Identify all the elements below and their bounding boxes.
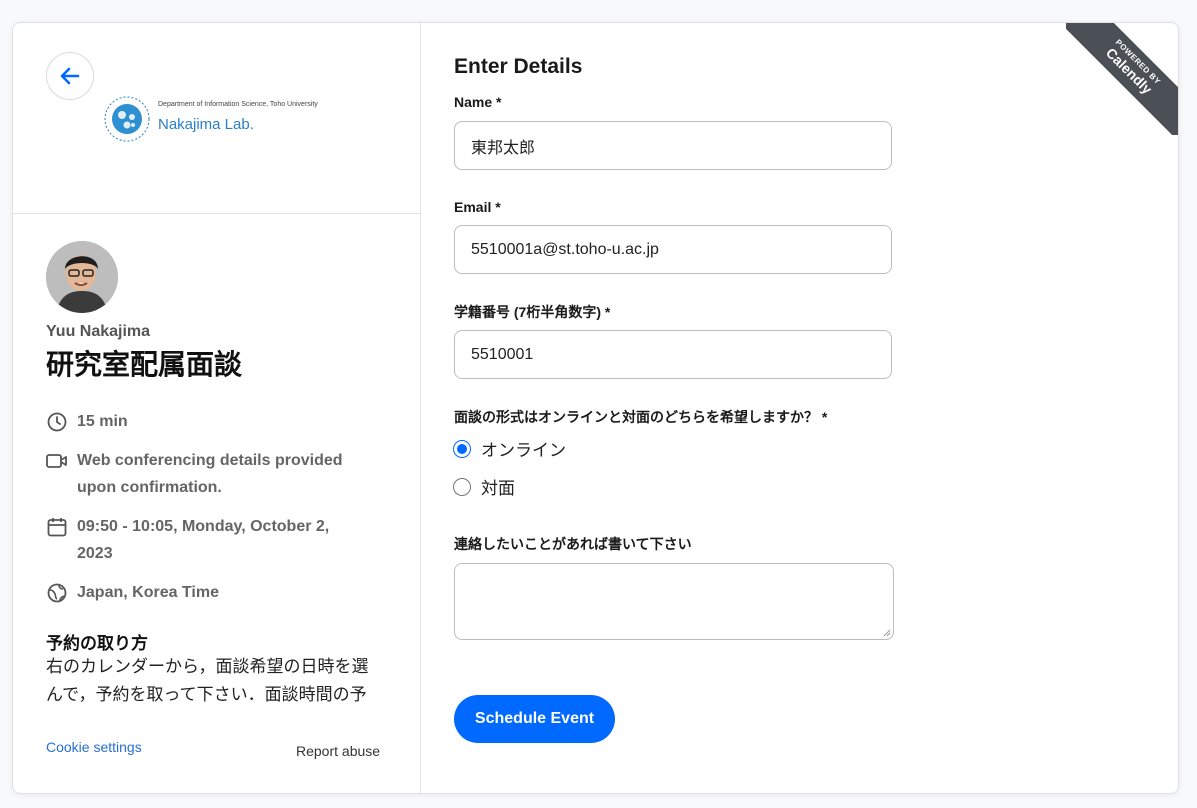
university-seal-icon — [104, 96, 150, 142]
datetime-line-1: 09:50 - 10:05, Monday, October 2, — [77, 518, 330, 535]
globe-icon — [46, 579, 68, 606]
radio-online-label: オンライン — [481, 441, 566, 460]
conferencing-line-2: upon confirmation. — [77, 479, 222, 496]
radio-online-button[interactable] — [453, 439, 471, 458]
divider — [13, 213, 420, 214]
student-id-field[interactable]: 5510001 — [454, 330, 892, 379]
powered-by-calendly-ribbon[interactable]: POWERED BY Calendly — [1066, 23, 1178, 135]
name-label: Name * — [454, 94, 502, 110]
howto-line-2: んで，予約を取って下さい．面談時間の予 — [46, 685, 367, 704]
timezone-row: Japan, Korea Time — [46, 579, 219, 606]
notes-label: 連絡したいことがあれば書いて下さい — [454, 536, 692, 552]
clock-icon — [46, 408, 68, 435]
radio-in-person-button[interactable] — [453, 477, 471, 496]
conferencing-line-1: Web conferencing details provided — [77, 452, 343, 469]
event-title: 研究室配属面談 — [46, 349, 243, 380]
host-photo — [46, 241, 118, 313]
lab-logo: Department of Information Science, Toho … — [103, 95, 333, 145]
schedule-event-button[interactable]: Schedule Event — [454, 695, 615, 743]
duration-row: 15 min — [46, 408, 128, 435]
format-question-label: 面談の形式はオンラインと対面のどちらを希望しますか？ * — [454, 409, 828, 425]
email-label: Email * — [454, 199, 501, 215]
host-name: Yuu Nakajima — [46, 323, 151, 340]
back-button[interactable] — [46, 52, 94, 100]
video-camera-icon — [46, 447, 68, 474]
calendar-icon — [46, 513, 68, 540]
report-abuse-link[interactable]: Report abuse — [296, 743, 380, 759]
datetime-line-2: 2023 — [77, 545, 113, 562]
datetime-row: 09:50 - 10:05, Monday, October 2, 2023 — [46, 513, 329, 567]
howto-text: 右のカレンダーから，面談希望の日時を選 んで，予約を取って下さい．面談時間の予 — [46, 653, 391, 709]
duration-text: 15 min — [77, 413, 128, 430]
notes-textarea[interactable] — [454, 563, 894, 640]
booking-card: Department of Information Science, Toho … — [12, 22, 1179, 794]
name-field[interactable]: 東邦太郎 — [454, 121, 892, 170]
resize-handle-icon[interactable] — [883, 629, 891, 637]
timezone-text: Japan, Korea Time — [77, 584, 219, 601]
student-id-label: 学籍番号 (7桁半角数字) * — [454, 304, 611, 320]
form-title: Enter Details — [454, 55, 583, 78]
conferencing-row: Web conferencing details provided upon c… — [46, 447, 343, 501]
radio-in-person[interactable]: 対面 — [453, 474, 515, 499]
back-arrow-icon — [60, 67, 80, 85]
email-field[interactable]: 5510001a@st.toho-u.ac.jp — [454, 225, 892, 274]
radio-online[interactable]: オンライン — [453, 436, 566, 461]
logo-department: Department of Information Science, Toho … — [158, 101, 318, 108]
radio-in-person-label: 対面 — [481, 479, 515, 498]
cookie-settings-link[interactable]: Cookie settings — [46, 739, 142, 755]
enter-details-form: Enter Details Name * 東邦太郎 Email * 551000… — [421, 23, 1178, 793]
logo-lab-name: Nakajima Lab. — [158, 116, 254, 133]
avatar — [46, 241, 118, 313]
howto-line-1: 右のカレンダーから，面談希望の日時を選 — [46, 657, 369, 676]
event-details-panel: Department of Information Science, Toho … — [13, 23, 421, 793]
howto-title: 予約の取り方 — [46, 634, 148, 653]
